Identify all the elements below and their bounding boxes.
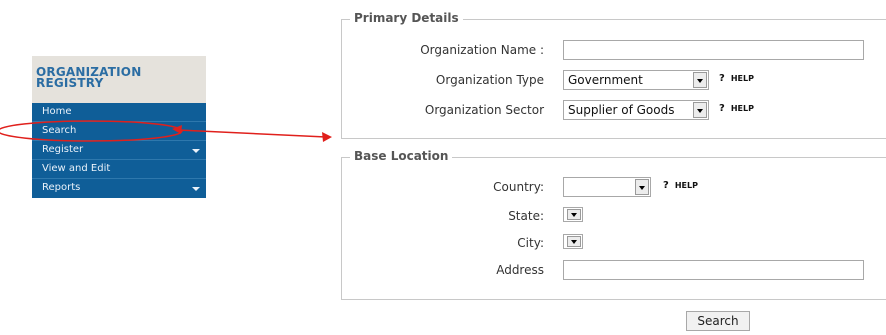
chevron-down-icon (192, 187, 200, 191)
org-sector-help[interactable]: ? HELP (719, 103, 754, 114)
sidebar-item-label: Reports (42, 182, 81, 193)
help-text: HELP (730, 104, 754, 113)
chevron-down-icon (192, 149, 200, 153)
sidebar-item-view-and-edit[interactable]: View and Edit (32, 160, 206, 179)
state-label: State: (508, 209, 544, 223)
sidebar-item-label: Search (42, 125, 77, 136)
organization-sector-value: Supplier of Goods (568, 103, 675, 117)
organization-type-value: Government (568, 73, 643, 87)
chevron-down-icon[interactable] (693, 72, 707, 88)
chevron-down-icon[interactable] (693, 102, 707, 118)
organization-type-label: Organization Type (435, 73, 544, 87)
base-location-legend: Base Location (350, 149, 453, 163)
country-label: Country: (493, 180, 544, 194)
country-help[interactable]: ? HELP (663, 180, 698, 191)
city-select[interactable] (563, 234, 583, 249)
sidebar-item-search[interactable]: Search (32, 122, 206, 141)
sidebar-item-register[interactable]: Register (32, 141, 206, 160)
help-icon: ? (719, 103, 725, 114)
sidebar-title-line2: REGISTRY (36, 76, 104, 90)
sidebar: ORGANIZATION REGISTRY Home Search Regist… (32, 56, 206, 198)
chevron-down-icon[interactable] (635, 179, 649, 195)
chevron-down-icon[interactable] (567, 236, 581, 247)
sidebar-title: ORGANIZATION REGISTRY (32, 56, 206, 103)
search-button[interactable]: Search (686, 311, 750, 331)
org-type-help[interactable]: ? HELP (719, 73, 754, 84)
city-label: City: (517, 236, 544, 250)
help-text: HELP (674, 181, 698, 190)
help-text: HELP (730, 74, 754, 83)
sidebar-item-reports[interactable]: Reports (32, 179, 206, 198)
address-label: Address (496, 263, 544, 277)
organization-type-select[interactable]: Government (563, 70, 709, 90)
sidebar-item-label: Register (42, 144, 84, 155)
help-icon: ? (719, 73, 725, 84)
address-input[interactable] (563, 260, 864, 280)
primary-details-legend: Primary Details (350, 11, 463, 25)
annotation-arrowhead-right (322, 132, 332, 142)
organization-name-label: Organization Name : (420, 43, 544, 57)
sidebar-menu: Home Search Register View and Edit Repor… (32, 103, 206, 198)
country-select[interactable] (563, 177, 651, 197)
state-select[interactable] (563, 207, 583, 222)
organization-sector-label: Organization Sector (424, 103, 544, 117)
help-icon: ? (663, 180, 669, 191)
chevron-down-icon[interactable] (567, 209, 581, 220)
organization-sector-select[interactable]: Supplier of Goods (563, 100, 709, 120)
sidebar-item-label: Home (42, 106, 72, 117)
sidebar-item-home[interactable]: Home (32, 103, 206, 122)
sidebar-item-label: View and Edit (42, 163, 111, 174)
organization-name-input[interactable] (563, 40, 864, 60)
